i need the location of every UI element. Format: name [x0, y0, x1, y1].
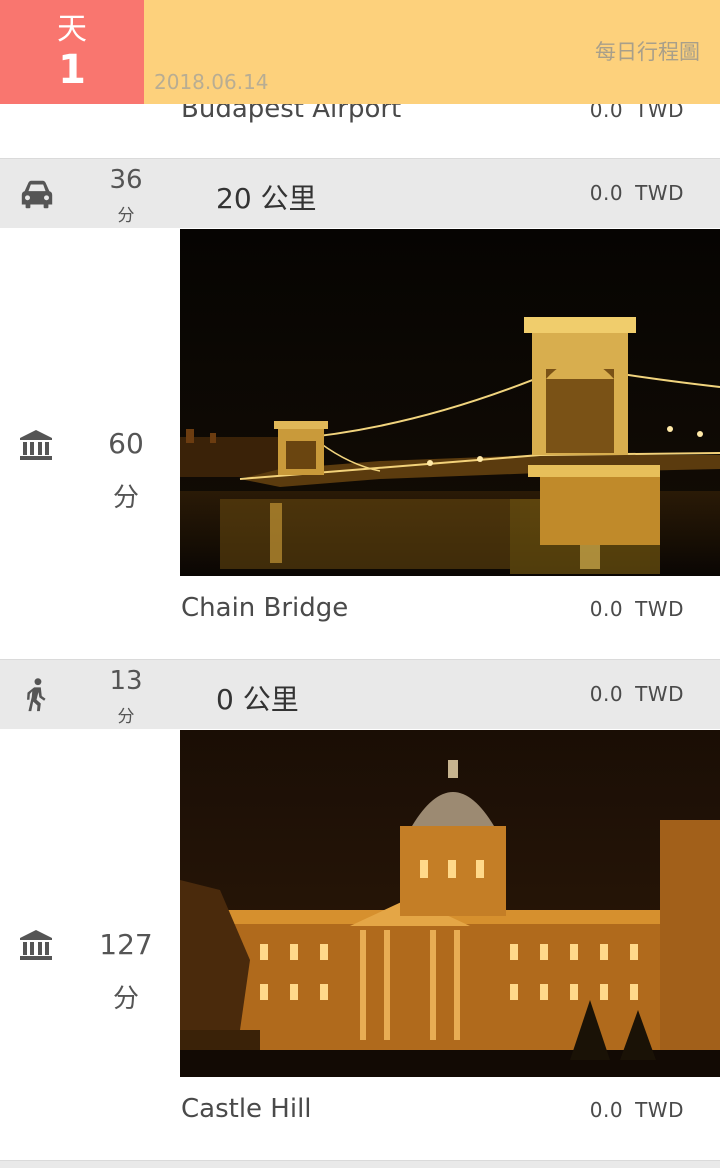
price-value: 0.0 [589, 181, 624, 205]
day-number: 1 [58, 47, 86, 93]
transit-row[interactable]: 36 分 20 公里 0.0 TWD [0, 158, 720, 228]
price-currency: TWD [635, 682, 684, 706]
header-bar: 2018.06.14 每日行程圖 [144, 0, 720, 104]
car-icon [21, 180, 53, 209]
chain-bridge-photo [180, 229, 720, 576]
transit-row-edge [0, 1160, 720, 1168]
place-photo[interactable] [180, 730, 720, 1077]
castle-hill-photo [180, 730, 720, 1077]
place-row-castle-hill[interactable]: 127 分 Castle Hill 0.0 TWD [0, 730, 720, 1160]
stay-minutes: 60 [108, 427, 144, 460]
museum-icon [20, 930, 52, 960]
transit-distance: 20 公里 [216, 182, 317, 215]
place-price: 0.0 TWD [590, 597, 684, 621]
museum-icon [20, 430, 52, 460]
stay-minutes-unit: 分 [112, 483, 139, 513]
place-name: Castle Hill [181, 1094, 312, 1124]
transit-minutes-unit: 分 [117, 707, 135, 727]
day-label: 天 [57, 12, 87, 47]
walk-icon [27, 678, 46, 712]
place-name: Chain Bridge [181, 593, 349, 623]
transit-price: 0.0 TWD [590, 682, 684, 706]
day-header: 天 1 2018.06.14 每日行程圖 [0, 0, 720, 104]
transit-row[interactable]: 13 分 0 公里 0.0 TWD [0, 659, 720, 729]
price-currency: TWD [635, 597, 684, 621]
stay-minutes-unit: 分 [112, 984, 139, 1014]
transit-minutes: 13 [109, 666, 143, 696]
day-badge[interactable]: 天 1 [0, 0, 144, 104]
daily-map-link[interactable]: 每日行程圖 [595, 36, 700, 66]
transit-minutes: 36 [109, 165, 143, 195]
price-value: 0.0 [589, 1098, 624, 1122]
stay-minutes: 127 [99, 928, 153, 961]
place-photo[interactable] [180, 229, 720, 576]
price-value: 0.0 [589, 597, 624, 621]
price-currency: TWD [635, 1098, 684, 1122]
transit-price: 0.0 TWD [590, 181, 684, 205]
transit-distance: 0 公里 [216, 683, 299, 716]
price-value: 0.0 [589, 682, 624, 706]
place-price: 0.0 TWD [590, 1098, 684, 1122]
transit-minutes-unit: 分 [117, 206, 135, 226]
price-currency: TWD [635, 181, 684, 205]
trip-date: 2018.06.14 [154, 70, 269, 94]
place-row-chain-bridge[interactable]: 60 分 Chain Bridge 0.0 TWD [0, 229, 720, 659]
